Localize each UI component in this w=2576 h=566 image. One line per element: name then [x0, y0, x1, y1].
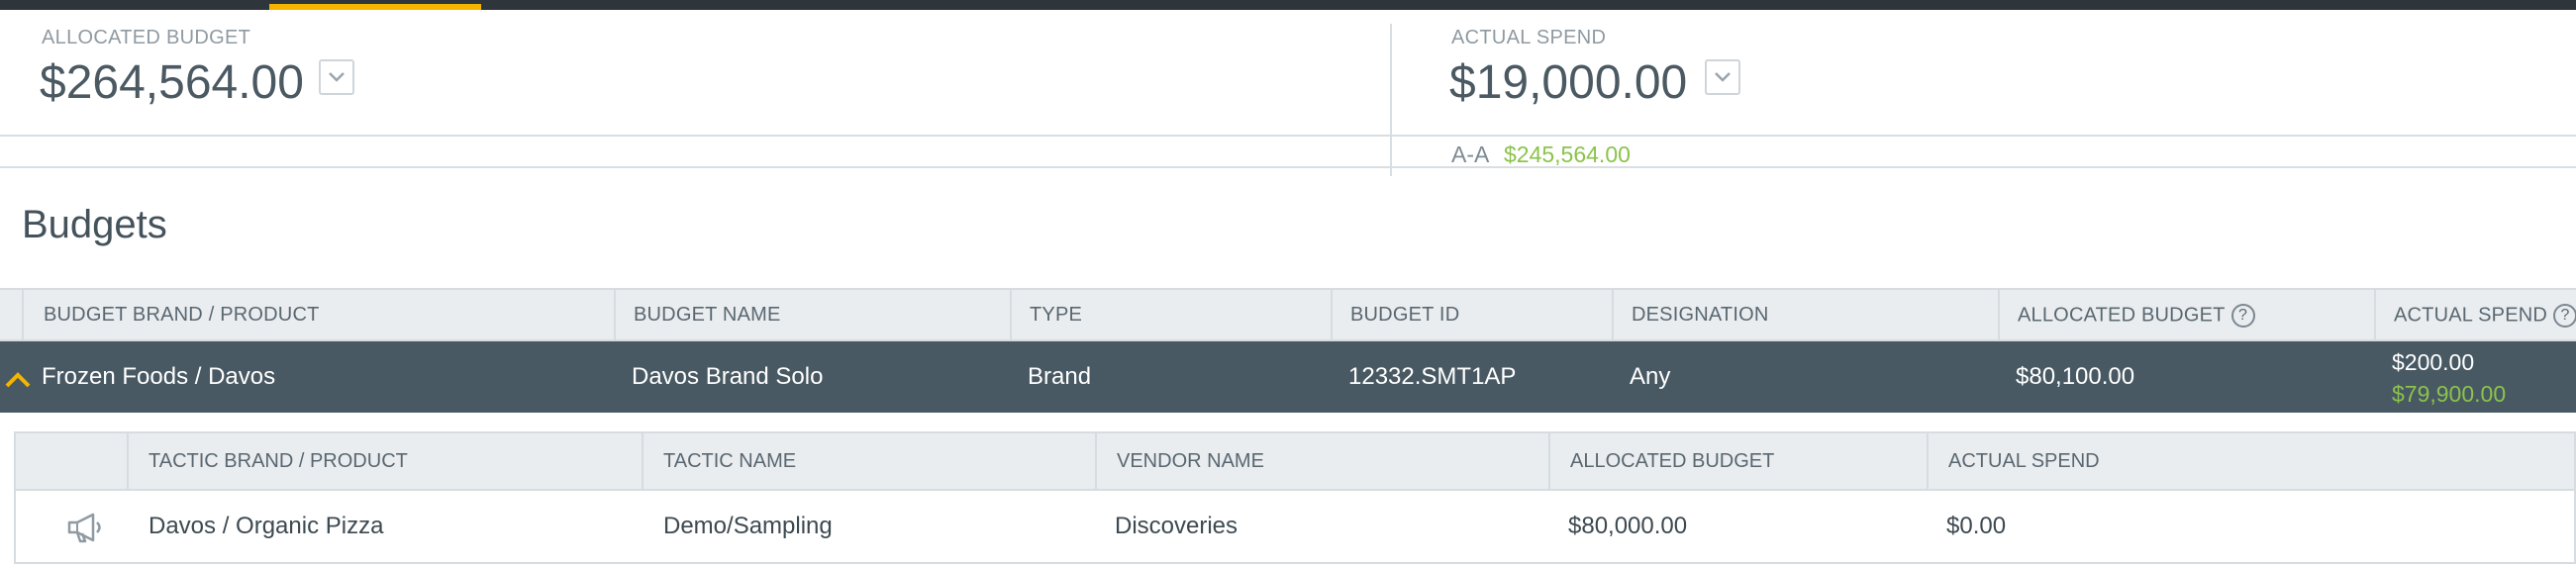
budget-table-header: BUDGET BRAND / PRODUCT BUDGET NAME TYPE … [0, 288, 2576, 341]
column-header-type[interactable]: TYPE [1010, 290, 1331, 339]
column-header-budget-name[interactable]: BUDGET NAME [614, 290, 1010, 339]
aa-value: $245,564.00 [1504, 142, 1631, 167]
allocated-budget-dropdown[interactable] [319, 59, 354, 95]
column-header-actual-spend[interactable]: ACTUAL SPEND? [2374, 290, 2576, 339]
column-header-tactic-name[interactable]: TACTIC NAME [642, 433, 1095, 489]
allocated-budget-label: ALLOCATED BUDGET [42, 27, 251, 48]
budget-remaining: $79,900.00 [2392, 381, 2507, 407]
tactic-table: TACTIC BRAND / PRODUCT TACTIC NAME VENDO… [14, 431, 2576, 564]
column-header-tactic-brand-product[interactable]: TACTIC BRAND / PRODUCT [127, 433, 642, 489]
tactic-actual-spend: $0.00 [1946, 513, 2007, 539]
aa-label: A-A [1451, 142, 1490, 167]
budget-brand-product: Frozen Foods / Davos [42, 363, 276, 390]
column-header-allocated-budget[interactable]: ALLOCATED BUDGET? [1998, 290, 2374, 339]
column-header-vendor-name[interactable]: VENDOR NAME [1095, 433, 1548, 489]
actual-spend-label: ACTUAL SPEND [1451, 27, 1607, 48]
column-header-tactic-actual-spend[interactable]: ACTUAL SPEND [1927, 433, 2574, 489]
page-title: Budgets [22, 203, 167, 246]
budget-allocated: $80,100.00 [2016, 363, 2135, 390]
budget-row[interactable]: Frozen Foods / Davos Davos Brand Solo Br… [0, 341, 2576, 413]
column-header-budget-id[interactable]: BUDGET ID [1331, 290, 1612, 339]
budget-actual-spend: $200.00 [2392, 349, 2475, 375]
budget-name: Davos Brand Solo [632, 363, 824, 390]
tactic-table-header: TACTIC BRAND / PRODUCT TACTIC NAME VENDO… [16, 433, 2574, 491]
budget-id: 12332.SMT1AP [1348, 363, 1517, 390]
budget-type: Brand [1028, 363, 1092, 390]
tactic-allocated: $80,000.00 [1568, 513, 1688, 539]
summary-divider [1390, 24, 1392, 176]
chevron-down-icon [329, 72, 345, 82]
help-icon[interactable]: ? [2230, 304, 2255, 328]
summary-divider-horizontal [0, 135, 2576, 137]
column-header-tactic-allocated-budget[interactable]: ALLOCATED BUDGET [1548, 433, 1927, 489]
tactic-vendor: Discoveries [1115, 513, 1238, 539]
megaphone-icon [67, 513, 101, 543]
help-icon[interactable]: ? [2553, 304, 2576, 328]
chevron-up-icon[interactable] [4, 371, 34, 389]
budget-designation: Any [1630, 363, 1671, 390]
actual-spend-header-label: ACTUAL SPEND [2394, 304, 2548, 327]
tactic-name: Demo/Sampling [663, 513, 833, 539]
tactic-brand-product: Davos / Organic Pizza [149, 513, 384, 539]
column-header-designation[interactable]: DESIGNATION [1612, 290, 1998, 339]
top-nav-bar [0, 0, 2576, 10]
allocated-budget-header-label: ALLOCATED BUDGET [2018, 304, 2226, 327]
chevron-down-icon [1715, 72, 1731, 82]
allocated-budget-value: $264,564.00 [40, 56, 304, 109]
column-header-brand-product[interactable]: BUDGET BRAND / PRODUCT [22, 290, 614, 339]
tactic-row[interactable]: Davos / Organic Pizza Demo/Sampling Disc… [16, 491, 2574, 562]
actual-spend-value: $19,000.00 [1449, 56, 1688, 109]
budget-summary: ALLOCATED BUDGET $264,564.00 ACTUAL SPEN… [0, 10, 2576, 176]
actual-spend-dropdown[interactable] [1705, 59, 1740, 95]
